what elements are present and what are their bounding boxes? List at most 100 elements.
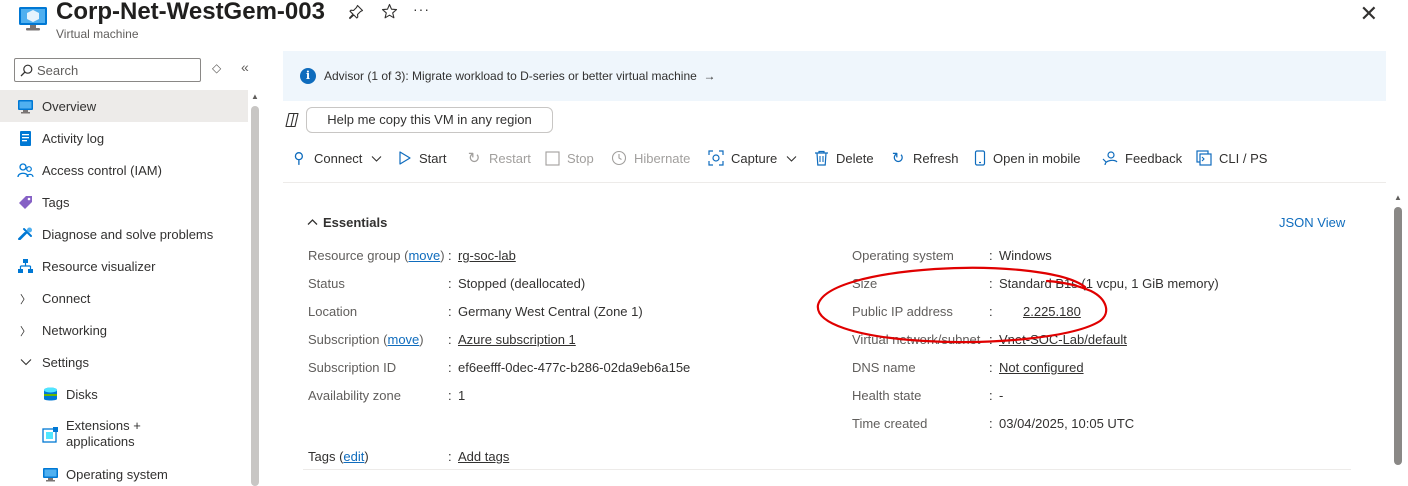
overview-icon — [18, 100, 33, 114]
subscription-id-row: Subscription ID : ef6eefff-0dec-477c-b28… — [308, 360, 691, 375]
sidebar-item-settings[interactable]: Settings — [0, 346, 248, 378]
feedback-button[interactable]: Feedback — [1102, 147, 1182, 169]
sidebar-item-access-control[interactable]: Access control (IAM) — [0, 154, 248, 186]
activity-log-icon — [20, 131, 31, 146]
search-input[interactable] — [37, 61, 197, 79]
availability-zone-row: Availability zone : 1 — [308, 388, 466, 403]
wrench-icon — [18, 227, 32, 240]
close-icon[interactable]: ✕ — [1360, 1, 1378, 27]
copilot-icon[interactable] — [284, 112, 300, 128]
sidebar-item-label: Disks — [66, 386, 98, 402]
sidebar-item-label: Operating system — [66, 466, 168, 482]
sidebar-item-label: Access control (IAM) — [42, 162, 162, 178]
open-in-mobile-button[interactable]: Open in mobile — [974, 147, 1080, 169]
people-icon — [17, 163, 34, 178]
health-state-value: - — [999, 388, 1004, 403]
vnet-subnet-link[interactable]: Vnet-SOC-Lab/default — [999, 332, 1127, 347]
sidebar-item-disks[interactable]: Disks — [0, 378, 248, 410]
search-box[interactable] — [14, 58, 201, 82]
chevron-right-icon: 〉 — [20, 294, 31, 306]
time-created-value: 03/04/2025, 10:05 UTC — [999, 416, 1135, 431]
sidebar-item-label: Extensions + applications — [66, 418, 141, 449]
tags-row: Tags (edit) : Add tags — [308, 449, 510, 464]
operating-system-row: Operating system : Windows — [852, 248, 1052, 263]
copilot-suggestion-button[interactable]: Help me copy this VM in any region — [306, 107, 553, 133]
star-icon[interactable] — [381, 3, 398, 20]
scroll-up-icon[interactable]: ▲ — [1394, 193, 1402, 202]
sidebar-nav: Overview Activity log Access control (IA… — [0, 90, 248, 486]
delete-button[interactable]: Delete — [814, 147, 874, 169]
sidebar-item-diagnose[interactable]: Diagnose and solve problems — [0, 218, 248, 250]
public-ip-link[interactable]: 2.225.180 — [999, 304, 1081, 319]
resource-group-row: Resource group (move) : rg-soc-lab — [308, 248, 516, 263]
main-content: i Advisor (1 of 3): Migrate workload to … — [283, 51, 1386, 486]
sidebar-item-label: Resource visualizer — [42, 258, 156, 274]
status-value: Stopped (deallocated) — [458, 276, 586, 291]
sidebar-item-activity-log[interactable]: Activity log — [0, 122, 248, 154]
connect-button[interactable]: ⚲ Connect — [291, 147, 382, 169]
restart-button[interactable]: ↻ Restart — [466, 147, 531, 169]
sidebar-item-operating-system[interactable]: Operating system — [0, 458, 248, 486]
essentials-divider — [303, 469, 1351, 470]
sidebar-item-networking[interactable]: 〉 Networking — [0, 314, 248, 346]
start-button[interactable]: Start — [398, 147, 446, 169]
mobile-icon — [974, 150, 986, 166]
cli-ps-button[interactable]: CLI / PS — [1196, 147, 1267, 169]
availability-zone-value: 1 — [458, 388, 466, 403]
restart-icon: ↻ — [467, 150, 481, 167]
search-icon — [20, 64, 33, 77]
hibernate-button[interactable]: Hibernate — [611, 147, 690, 169]
hierarchy-icon — [18, 259, 33, 273]
scrollbar-thumb[interactable] — [1394, 207, 1402, 465]
stop-icon — [545, 150, 560, 166]
location-row: Location : Germany West Central (Zone 1) — [308, 304, 643, 319]
json-view-link[interactable]: JSON View — [1279, 215, 1345, 230]
plug-icon: ⚲ — [293, 150, 305, 167]
disk-icon — [44, 387, 57, 401]
stop-button[interactable]: Stop — [545, 147, 594, 169]
chevron-right-icon: 〉 — [20, 326, 31, 338]
pin-icon[interactable] — [348, 4, 364, 20]
move-link[interactable]: move — [408, 248, 440, 263]
sidebar-item-tags[interactable]: Tags — [0, 186, 248, 218]
main-scrollbar[interactable]: ▲ — [1393, 193, 1403, 486]
resource-group-link[interactable]: rg-soc-lab — [458, 248, 516, 263]
advisor-banner[interactable]: i Advisor (1 of 3): Migrate workload to … — [283, 51, 1386, 101]
capture-icon — [708, 150, 724, 166]
sidebar-item-overview[interactable]: Overview — [0, 90, 248, 122]
sidebar-item-connect[interactable]: 〉 Connect — [0, 282, 248, 314]
collapse-sidebar-icon[interactable]: « — [241, 59, 249, 75]
info-icon: i — [300, 68, 316, 84]
add-tags-link[interactable]: Add tags — [458, 449, 509, 464]
sidebar-item-label: Settings — [42, 354, 89, 370]
sidebar-item-extensions[interactable]: Extensions + applications — [0, 410, 248, 458]
play-icon — [399, 151, 411, 165]
sidebar-item-label: Activity log — [42, 130, 105, 146]
public-ip-row: Public IP address : 2.225.180 — [852, 304, 1081, 319]
sidebar-item-label: Connect — [42, 290, 91, 306]
extension-icon — [42, 427, 58, 443]
sidebar-item-resource-visualizer[interactable]: Resource visualizer — [0, 250, 248, 282]
move-link[interactable]: move — [388, 332, 420, 347]
size-value: Standard B1s (1 vcpu, 1 GiB memory) — [999, 276, 1219, 291]
size-row: Size : Standard B1s (1 vcpu, 1 GiB memor… — [852, 276, 1219, 291]
page-subtitle: Virtual machine — [56, 27, 139, 41]
clock-icon — [611, 150, 627, 166]
more-options-icon[interactable]: ··· — [413, 1, 430, 17]
scroll-up-icon[interactable]: ▲ — [251, 92, 259, 101]
edit-tags-link[interactable]: edit — [343, 449, 364, 464]
scrollbar-thumb[interactable] — [251, 106, 259, 486]
essentials-toggle[interactable]: Essentials — [307, 215, 387, 230]
expand-collapse-icon[interactable]: ◇ — [212, 61, 221, 75]
toolbar-divider — [283, 182, 1386, 183]
sidebar: ◇ « Overview Activity log — [0, 56, 262, 486]
chevron-up-icon — [307, 219, 318, 225]
trash-icon — [815, 150, 828, 166]
sidebar-scrollbar[interactable]: ▲ — [251, 92, 259, 486]
refresh-button[interactable]: ↻ Refresh — [890, 147, 959, 169]
dns-name-link[interactable]: Not configured — [999, 360, 1084, 375]
feedback-icon — [1102, 151, 1118, 166]
subscription-link[interactable]: Azure subscription 1 — [458, 332, 576, 347]
capture-button[interactable]: Capture — [708, 147, 797, 169]
sidebar-item-label: Overview — [42, 98, 97, 114]
